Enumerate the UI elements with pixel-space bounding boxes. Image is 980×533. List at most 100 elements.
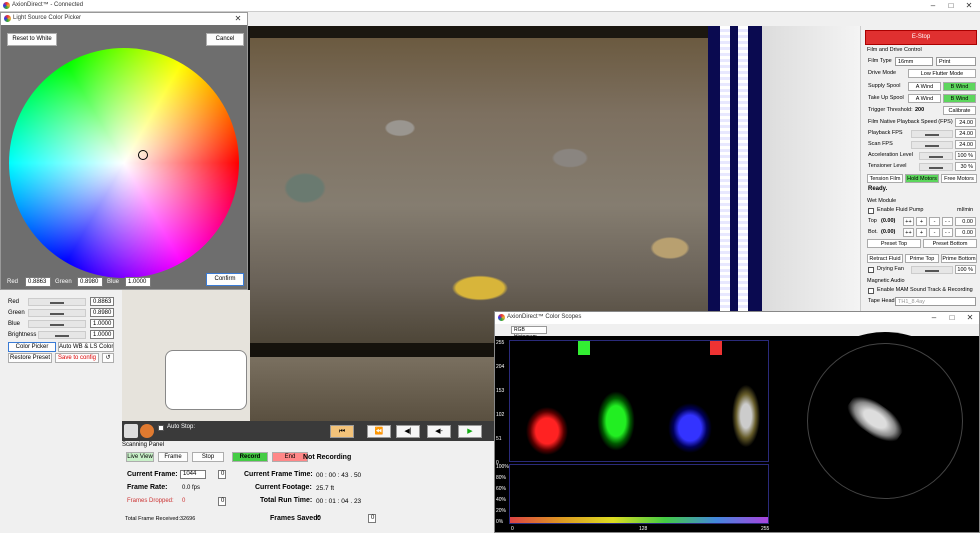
save-to-config-button[interactable]: Save to config <box>55 353 99 363</box>
wet-module-heading: Wet Module <box>867 198 897 204</box>
playback-fps-value[interactable]: 24.00 <box>955 129 976 138</box>
calibrate-button[interactable]: Calibrate <box>943 106 976 115</box>
color-picker-button[interactable]: Color Picker <box>8 342 56 352</box>
enable-pump-checkbox[interactable] <box>868 208 874 214</box>
rewind-to-start-button[interactable]: ⏮ <box>330 425 354 438</box>
auto-wb-button[interactable]: Auto WB & LS Color <box>58 342 114 352</box>
picker-blue-field[interactable]: 1.0000 <box>125 277 151 287</box>
top-plus-button[interactable]: + <box>916 217 927 226</box>
scan-fps-value[interactable]: 24.00 <box>955 140 976 149</box>
stop-button[interactable]: Stop <box>192 452 224 462</box>
tensioner-value[interactable]: 30 % <box>955 162 976 171</box>
top-minus-button[interactable]: - <box>929 217 940 226</box>
drying-fan-value[interactable]: 100 % <box>955 265 976 274</box>
film-drive-heading: Film and Drive Control <box>867 47 922 53</box>
bottom-value: (0.00) <box>881 229 896 235</box>
scopes-minimize-icon[interactable]: – <box>927 313 941 322</box>
scanning-panel: Scanning Panel Live View Frame Stop Reco… <box>122 441 494 533</box>
minimize-icon[interactable]: – <box>926 1 940 10</box>
drying-fan-checkbox[interactable] <box>868 267 874 273</box>
drying-fan-slider[interactable] <box>911 266 953 274</box>
color-wheel[interactable] <box>9 48 239 278</box>
supply-b-wind-button[interactable]: B Wind <box>943 82 976 91</box>
restore-preset-button[interactable]: Restore Preset <box>8 353 52 363</box>
bottom-rate-field[interactable]: 0.00 <box>955 228 976 237</box>
e-stop-button[interactable]: E-Stop <box>865 30 977 45</box>
tape-head-select[interactable]: TH1_8.4ay <box>895 297 976 306</box>
scope-mode-select[interactable]: RGB Histogram <box>511 326 547 340</box>
scopes-close-icon[interactable]: ✕ <box>963 313 977 322</box>
auto-stop-checkbox[interactable] <box>158 425 164 431</box>
acceleration-value[interactable]: 100 % <box>955 151 976 160</box>
maximize-icon[interactable]: □ <box>944 1 958 10</box>
brightness-slider[interactable] <box>38 331 86 339</box>
prime-bottom-button[interactable]: Prime Bottom <box>941 254 977 263</box>
current-frame-spin[interactable]: 0 <box>218 470 226 479</box>
close-icon[interactable]: ✕ <box>962 1 976 10</box>
frames-saved-spin[interactable]: 0 <box>368 514 376 523</box>
playback-fps-slider[interactable] <box>911 130 953 138</box>
reel-icon[interactable] <box>140 424 154 438</box>
picker-red-field[interactable]: 0.8863 <box>25 277 51 287</box>
slow-reverse-button[interactable]: ◀- <box>427 425 451 438</box>
picker-red-label: Red <box>7 279 19 285</box>
drive-mode-button[interactable]: Low Flutter Mode <box>908 69 976 78</box>
blue-slider[interactable] <box>28 320 86 328</box>
supply-a-wind-button[interactable]: A Wind <box>908 82 941 91</box>
picker-blue-label: Blue <box>107 279 120 285</box>
settings-gear-icon[interactable] <box>124 424 138 438</box>
free-motors-button[interactable]: Free Motors <box>941 174 977 183</box>
top-plus-plus-button[interactable]: ++ <box>903 217 914 226</box>
top-rate-field[interactable]: 0.00 <box>955 217 976 226</box>
green-slider[interactable] <box>28 309 86 317</box>
picker-cancel-button[interactable]: Cancel <box>206 33 244 46</box>
film-type-select[interactable]: 16mm <box>895 57 933 66</box>
native-playback-value[interactable]: 24.00 <box>955 118 976 127</box>
prime-top-button[interactable]: Prime Top <box>905 254 939 263</box>
picker-close-icon[interactable]: ✕ <box>231 14 245 23</box>
frame-button[interactable]: Frame <box>158 452 188 462</box>
color-wheel-cursor[interactable] <box>138 150 148 160</box>
bottom-plus-plus-button[interactable]: ++ <box>903 228 914 237</box>
red-slider[interactable] <box>28 298 86 306</box>
current-frame-field[interactable]: 1044 <box>180 470 206 479</box>
bottom-minus-button[interactable]: - <box>929 228 940 237</box>
scanning-panel-label: Scanning Panel <box>122 442 165 448</box>
picker-green-field[interactable]: 0.8980 <box>77 277 103 287</box>
green-value-field[interactable]: 0.8980 <box>90 308 114 317</box>
film-frame-image <box>250 38 708 343</box>
live-view-button[interactable]: Live View <box>126 452 154 462</box>
record-button[interactable]: Record <box>232 452 268 462</box>
tension-film-button[interactable]: Tension Film <box>867 174 903 183</box>
waveform-y-tick-label: 100% <box>496 464 509 470</box>
red-value-field[interactable]: 0.8863 <box>90 297 114 306</box>
brightness-value-field[interactable]: 1.0000 <box>90 330 114 339</box>
scan-fps-slider[interactable] <box>911 141 953 149</box>
fast-rewind-button[interactable]: ⏪ <box>367 425 391 438</box>
acceleration-slider[interactable] <box>919 152 953 160</box>
undo-icon[interactable]: ↺ <box>102 353 114 363</box>
histogram-y-tick-label: 204 <box>496 364 505 370</box>
enable-mag-label: Enable MAM Sound Track & Recording <box>877 287 973 293</box>
picker-confirm-button[interactable]: Confirm <box>206 273 244 286</box>
step-back-button[interactable]: ◀| <box>396 425 420 438</box>
retract-fluid-button[interactable]: Retract Fluid <box>867 254 903 263</box>
takeup-a-wind-button[interactable]: A Wind <box>908 94 941 103</box>
takeup-b-wind-button[interactable]: B Wind <box>943 94 976 103</box>
film-stock-select[interactable]: Print <box>936 57 976 66</box>
current-frame-time-value: 00 : 00 : 43 . 50 <box>316 472 362 479</box>
scopes-maximize-icon[interactable]: □ <box>945 313 959 322</box>
preset-top-button[interactable]: Preset Top <box>867 239 921 248</box>
frames-dropped-spin[interactable]: 0 <box>218 497 226 506</box>
reset-to-white-button[interactable]: Reset to White <box>7 33 57 46</box>
bottom-minus-minus-button[interactable]: - - <box>942 228 953 237</box>
hold-motors-button[interactable]: Hold Motors <box>905 174 939 183</box>
enable-mag-checkbox[interactable] <box>868 288 874 294</box>
blue-value-field[interactable]: 1.0000 <box>90 319 114 328</box>
play-button[interactable]: ▶ <box>458 425 482 438</box>
preset-bottom-button[interactable]: Preset Bottom <box>923 239 977 248</box>
bottom-plus-button[interactable]: + <box>916 228 927 237</box>
tensioner-slider[interactable] <box>919 163 953 171</box>
color-picker-dialog: Light Source Color Picker ✕ Reset to Whi… <box>0 12 248 290</box>
top-minus-minus-button[interactable]: - - <box>942 217 953 226</box>
